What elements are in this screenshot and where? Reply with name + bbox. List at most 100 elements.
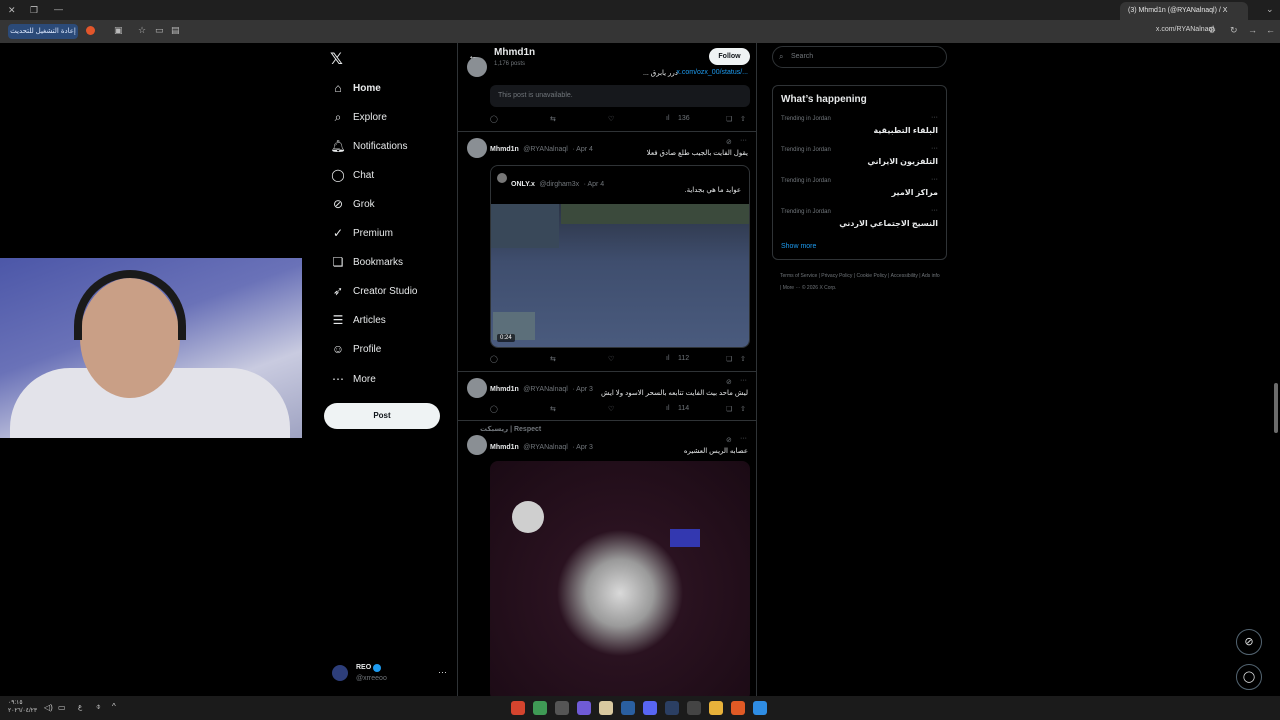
grok-icon[interactable]: ⊘	[726, 436, 732, 444]
views-icon[interactable]: ıl	[666, 115, 670, 122]
grok-icon[interactable]: ⊘	[726, 138, 732, 146]
nav-explore[interactable]: ⌕ Explore	[330, 106, 387, 128]
app-icon[interactable]	[511, 701, 525, 715]
app-icon[interactable]	[687, 701, 701, 715]
bookmark-icon[interactable]: ❏	[726, 115, 732, 123]
post-link[interactable]: x.com/ozx_00/status/...	[676, 69, 748, 76]
share-icon[interactable]: ⇧	[740, 115, 746, 123]
nav-articles[interactable]: ☰ Articles	[330, 309, 386, 331]
repost-label[interactable]: ريسبكت | Respect	[480, 425, 541, 433]
bookmark-icon[interactable]: ❏	[726, 355, 732, 363]
scrollbar[interactable]	[1274, 383, 1278, 433]
microphone-icon[interactable]: ⌽	[96, 702, 101, 712]
chat-fab-icon[interactable]: ◯	[1236, 664, 1262, 690]
more-icon[interactable]: ···	[931, 176, 938, 183]
repost-icon[interactable]: ⇆	[550, 355, 556, 363]
trend-item[interactable]: Trending in Jordan ··· النسيج الاجتماعي …	[773, 207, 946, 238]
file-explorer-icon[interactable]	[709, 701, 723, 715]
nav-grok[interactable]: ⊘ Grok	[330, 193, 375, 215]
tray-chevron-icon[interactable]: ^	[112, 702, 116, 711]
restart-update-button[interactable]: إعادة التشغيل للتحديث	[8, 24, 78, 39]
video-player[interactable]: 0:24	[491, 204, 749, 347]
nav-chat[interactable]: ◯ Chat	[330, 164, 374, 186]
search-input[interactable]: ⌕ Search	[772, 46, 947, 68]
tune-icon[interactable]: ⚙	[1208, 25, 1216, 36]
chrome-icon[interactable]	[533, 701, 547, 715]
post-handle[interactable]: @RYANalnaql	[523, 386, 568, 393]
footer-links[interactable]: Terms of Service | Privacy Policy | Cook…	[780, 270, 940, 294]
share-icon[interactable]: ⇧	[740, 405, 746, 413]
forward-icon[interactable]: →	[1248, 25, 1257, 35]
avatar[interactable]	[467, 57, 487, 77]
avatar[interactable]	[467, 378, 487, 398]
brave-icon[interactable]	[731, 701, 745, 715]
language-indicator[interactable]: ع	[78, 703, 82, 711]
trend-item[interactable]: Trending in Jordan ··· البلقاء التطبيقية	[773, 114, 946, 145]
quote-post[interactable]: ONLY.x @dirgham3x · Apr 4 عوايد ما هي بج…	[490, 165, 750, 348]
like-icon[interactable]: ♡	[608, 355, 614, 363]
grok-fab-icon[interactable]: ⊘	[1236, 629, 1262, 655]
app-icon[interactable]	[555, 701, 569, 715]
show-more-link[interactable]: Show more	[781, 243, 816, 250]
more-icon[interactable]: ···	[931, 207, 938, 214]
x-logo-icon[interactable]: 𝕏	[330, 49, 343, 69]
back-icon[interactable]: ←	[1266, 25, 1275, 35]
nav-profile[interactable]: ☺ Profile	[330, 338, 382, 360]
follow-button[interactable]: Follow	[709, 48, 750, 65]
tab-menu-icon[interactable]: ⌄	[1266, 4, 1274, 15]
more-icon[interactable]: ···	[740, 435, 747, 442]
more-icon[interactable]: ···	[740, 377, 747, 384]
nav-bookmarks[interactable]: ❏ Bookmarks	[330, 251, 403, 273]
nav-creator-studio[interactable]: ➶ Creator Studio	[330, 280, 418, 302]
views-icon[interactable]: ıl	[666, 405, 670, 412]
cast-icon[interactable]: ▭	[155, 25, 164, 36]
post-author[interactable]: Mhmd1n	[490, 146, 519, 153]
share-icon[interactable]: ⇧	[740, 355, 746, 363]
nav-premium[interactable]: ✓ Premium	[330, 222, 393, 244]
post-author[interactable]: Mhmd1n	[490, 444, 519, 451]
extension-icon[interactable]	[86, 26, 95, 35]
browser-tab[interactable]: (3) Mhmd1n (@RYANalnaql) / X	[1120, 2, 1248, 20]
minimize-icon[interactable]: —	[54, 4, 63, 14]
post-date[interactable]: · Apr 3	[572, 444, 593, 451]
reply-icon[interactable]: ◯	[490, 405, 498, 413]
bookmark-icon[interactable]: ❏	[726, 405, 732, 413]
reply-icon[interactable]: ◯	[490, 355, 498, 363]
post-handle[interactable]: @RYANalnaql	[523, 146, 568, 153]
more-icon[interactable]: ···	[438, 667, 447, 677]
trend-item[interactable]: Trending in Jordan ··· مراكز الامير	[773, 176, 946, 207]
like-icon[interactable]: ♡	[608, 115, 614, 123]
volume-icon[interactable]: ◁)	[44, 703, 53, 712]
repost-icon[interactable]: ⇆	[550, 115, 556, 123]
discord-icon[interactable]	[643, 701, 657, 715]
reload-icon[interactable]: ↻	[1230, 25, 1238, 36]
start-icon[interactable]	[753, 701, 767, 715]
post-handle[interactable]: @RYANalnaql	[523, 444, 568, 451]
post-image[interactable]	[490, 461, 750, 696]
views-icon[interactable]: ıl	[666, 355, 670, 362]
star-icon[interactable]: ☆	[138, 25, 146, 36]
account-switcher[interactable]: REO @xrreeoo ···	[330, 661, 448, 687]
network-icon[interactable]: ▭	[58, 703, 66, 712]
avatar[interactable]	[467, 138, 487, 158]
nav-notifications[interactable]: 🔔︎ Notifications	[330, 135, 407, 157]
trend-item[interactable]: Trending in Jordan ··· التلفزيون الايران…	[773, 145, 946, 176]
reply-icon[interactable]: ◯	[490, 115, 498, 123]
post-button[interactable]: Post	[324, 403, 440, 429]
nav-home[interactable]: ⌂ Home	[330, 77, 380, 99]
grok-icon[interactable]: ⊘	[726, 378, 732, 386]
close-icon[interactable]: ✕	[8, 5, 16, 16]
steam-icon[interactable]	[621, 701, 635, 715]
reading-list-icon[interactable]: ▤	[171, 25, 180, 36]
repost-icon[interactable]: ⇆	[550, 405, 556, 413]
sidebar-icon[interactable]: ▣	[114, 25, 123, 36]
post-date[interactable]: · Apr 3	[572, 386, 593, 393]
address-bar[interactable]: x.com/RYANalnaql	[1156, 26, 1214, 33]
app-icon[interactable]	[599, 701, 613, 715]
app-icon[interactable]	[577, 701, 591, 715]
avatar[interactable]	[467, 435, 487, 455]
more-icon[interactable]: ···	[740, 137, 747, 144]
like-icon[interactable]: ♡	[608, 405, 614, 413]
restore-icon[interactable]: ❐	[30, 5, 38, 16]
more-icon[interactable]: ···	[931, 145, 938, 152]
